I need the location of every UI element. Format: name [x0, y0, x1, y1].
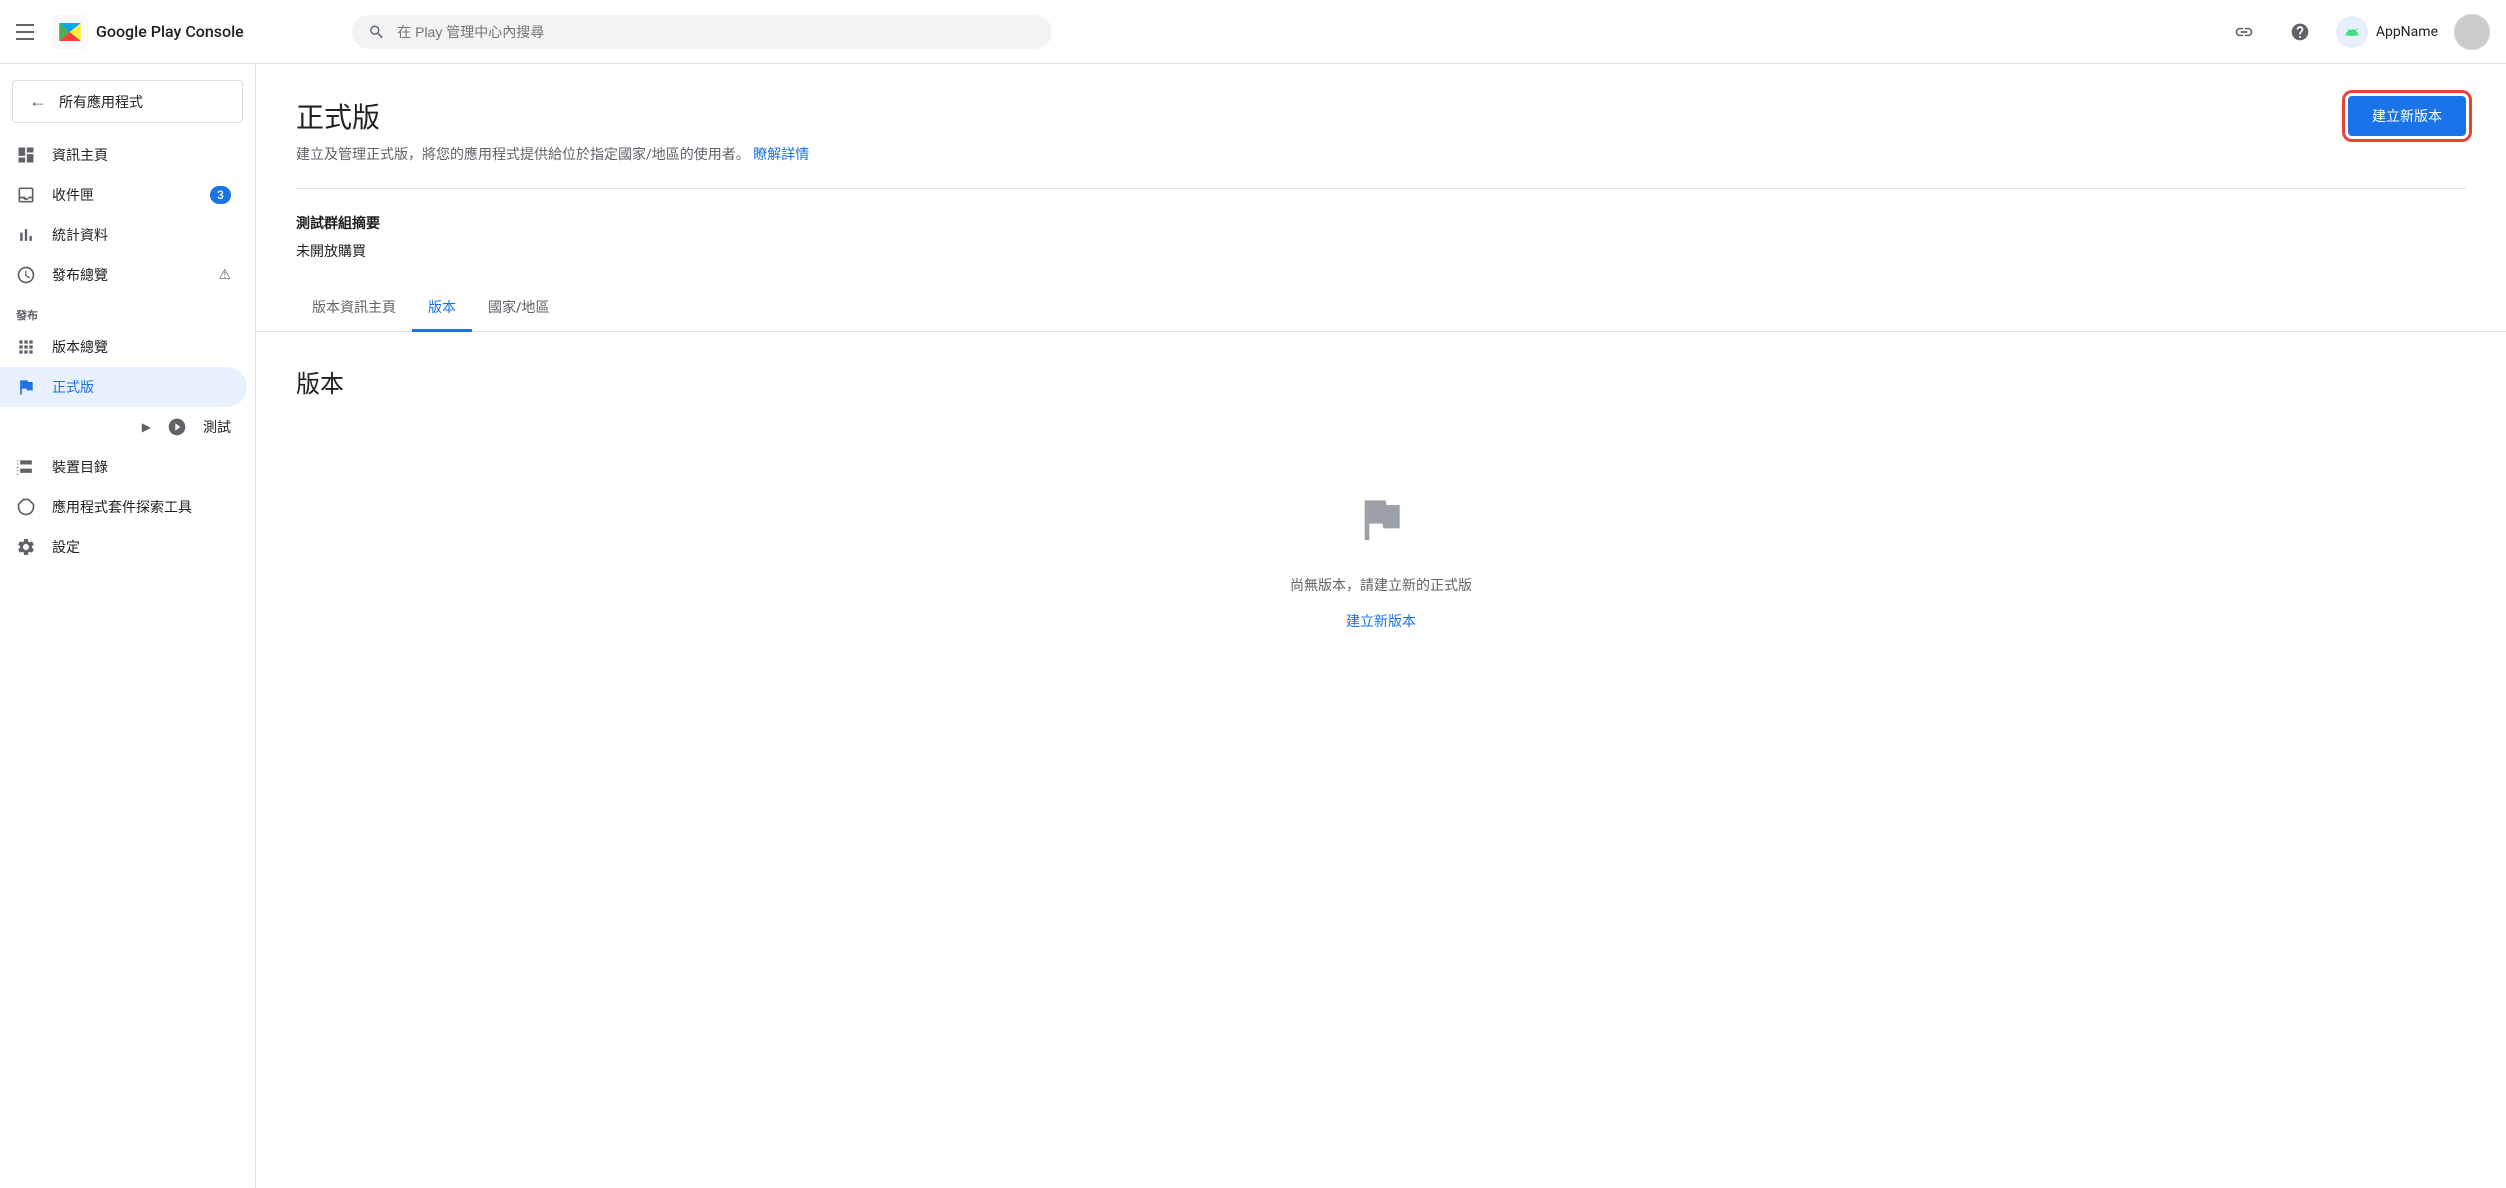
sidebar-section-publish: 發布	[0, 295, 255, 327]
sidebar-item-statistics[interactable]: 統計資料	[0, 215, 247, 255]
tab-release-info[interactable]: 版本資訊主頁	[296, 285, 412, 332]
sidebar-item-device-catalog-label: 裝置目錄	[52, 457, 108, 477]
sidebar-item-production-label: 正式版	[52, 377, 94, 397]
sidebar-item-settings-label: 設定	[52, 537, 80, 557]
tab-versions[interactable]: 版本	[412, 285, 472, 332]
sidebar-item-inbox[interactable]: 收件匣 3	[0, 175, 247, 215]
page-header-left: 正式版 建立及管理正式版，將您的應用程式提供給位於指定國家/地區的使用者。 瞭解…	[296, 96, 809, 164]
sidebar-item-dashboard[interactable]: 資訊主頁	[0, 135, 247, 175]
app-name-text: AppName	[2376, 24, 2438, 40]
statistics-icon	[16, 225, 36, 245]
tab-countries[interactable]: 國家/地區	[472, 285, 565, 332]
page-title: 正式版	[296, 96, 809, 136]
search-bar[interactable]	[352, 15, 1052, 49]
inbox-badge: 3	[210, 186, 231, 204]
top-header: Google Play Console AppName	[0, 0, 2506, 64]
sidebar-item-release-overview-label: 版本總覽	[52, 337, 108, 357]
back-button[interactable]: ← 所有應用程式	[12, 80, 243, 123]
empty-state-text: 尚無版本，請建立新的正式版	[1290, 575, 1472, 595]
versions-section-title: 版本	[296, 364, 2466, 399]
sidebar-item-inbox-label: 收件匣	[52, 185, 94, 205]
create-new-release-button[interactable]: 建立新版本	[2348, 96, 2466, 136]
app-bundle-icon	[16, 497, 36, 517]
sidebar-item-device-catalog[interactable]: 裝置目錄	[0, 447, 247, 487]
sidebar-item-app-bundle-label: 應用程式套件探索工具	[52, 497, 192, 517]
dashboard-icon	[16, 145, 36, 165]
page-description: 建立及管理正式版，將您的應用程式提供給位於指定國家/地區的使用者。 瞭解詳情	[296, 144, 809, 164]
empty-state-icon	[1353, 491, 1409, 559]
header-left: Google Play Console	[16, 14, 336, 50]
summary-title: 測試群組摘要	[296, 213, 2466, 233]
sidebar-item-publish-overview[interactable]: 發布總覽 ⚠	[0, 255, 247, 295]
learn-more-link[interactable]: 瞭解詳情	[753, 147, 809, 163]
sidebar-item-settings[interactable]: 設定	[0, 527, 247, 567]
back-label: 所有應用程式	[59, 92, 143, 112]
main-layout: ← 所有應用程式 資訊主頁 收件匣 3	[0, 64, 2506, 1188]
logo-text: Google Play Console	[96, 22, 244, 41]
android-icon	[2336, 16, 2368, 48]
logo-area: Google Play Console	[52, 14, 244, 50]
device-catalog-icon	[16, 457, 36, 477]
help-icon-btn[interactable]	[2280, 12, 2320, 52]
app-name-badge[interactable]: AppName	[2336, 16, 2438, 48]
sidebar: ← 所有應用程式 資訊主頁 收件匣 3	[0, 64, 256, 1188]
testing-icon	[167, 417, 187, 437]
release-overview-icon	[16, 337, 36, 357]
sidebar-item-production[interactable]: 正式版	[0, 367, 247, 407]
summary-section: 測試群組摘要 未開放購買	[256, 189, 2506, 261]
production-icon	[16, 377, 36, 397]
content-area: 正式版 建立及管理正式版，將您的應用程式提供給位於指定國家/地區的使用者。 瞭解…	[256, 64, 2506, 1188]
versions-section: 版本 尚無版本，請建立新的正式版 建立新版本	[256, 332, 2506, 723]
hamburger-icon[interactable]	[16, 20, 40, 44]
inbox-icon	[16, 185, 36, 205]
settings-icon	[16, 537, 36, 557]
publish-overview-icon	[16, 265, 36, 285]
back-arrow-icon: ←	[29, 91, 47, 112]
sidebar-item-testing-label: 測試	[203, 417, 231, 437]
sidebar-item-statistics-label: 統計資料	[52, 225, 108, 245]
google-play-console-logo-icon	[52, 14, 88, 50]
tabs: 版本資訊主頁 版本 國家/地區	[256, 285, 2506, 332]
sidebar-item-app-bundle[interactable]: 應用程式套件探索工具	[0, 487, 247, 527]
summary-value: 未開放購買	[296, 241, 2466, 261]
search-icon	[368, 23, 385, 41]
create-release-empty-link[interactable]: 建立新版本	[1346, 611, 1416, 631]
empty-state: 尚無版本，請建立新的正式版 建立新版本	[296, 431, 2466, 691]
search-input[interactable]	[397, 24, 1036, 40]
link-icon-btn[interactable]	[2224, 12, 2264, 52]
header-right: AppName	[2224, 12, 2490, 52]
sidebar-item-testing[interactable]: ▶ 測試	[0, 407, 247, 447]
sidebar-item-dashboard-label: 資訊主頁	[52, 145, 108, 165]
publish-overview-muted-icon: ⚠	[218, 267, 231, 283]
user-avatar[interactable]	[2454, 14, 2490, 50]
testing-expand-icon: ▶	[142, 420, 151, 434]
content-header: 正式版 建立及管理正式版，將您的應用程式提供給位於指定國家/地區的使用者。 瞭解…	[256, 64, 2506, 164]
sidebar-item-publish-overview-label: 發布總覽	[52, 265, 108, 285]
sidebar-item-release-overview[interactable]: 版本總覽	[0, 327, 247, 367]
